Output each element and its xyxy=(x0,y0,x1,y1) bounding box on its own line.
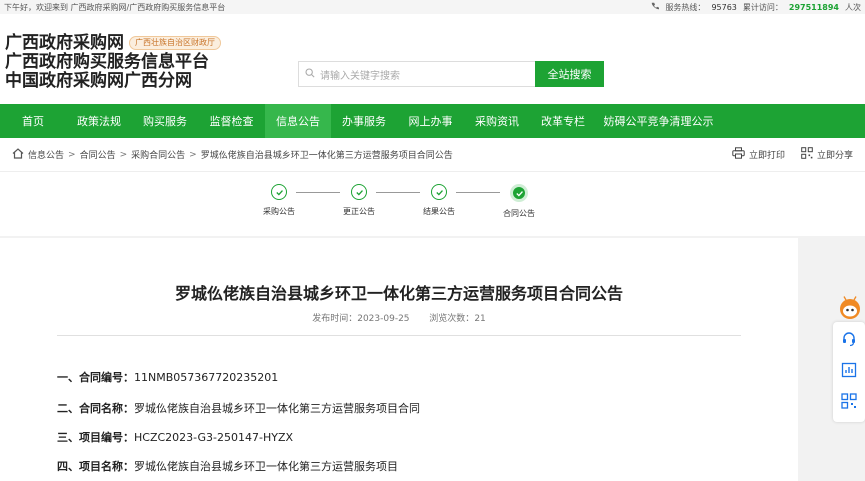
breadcrumb-path: 信息公告 > 合同公告 > 采购合同公告 > 罗城仫佬族自治县城乡环卫一体化第三… xyxy=(12,147,453,162)
logo-line-3: 中国政府采购网广西分网 xyxy=(5,71,192,91)
divider xyxy=(57,335,741,336)
step-label: 结果公告 xyxy=(423,207,455,216)
step-result-notice[interactable]: 结果公告 xyxy=(409,184,469,217)
visit-count: 297511894 xyxy=(788,2,839,12)
article-meta: 发布时间：2023-09-25 浏览次数：21 xyxy=(0,311,798,324)
project-number-row: 三、项目编号：HCZC2023-G3-250147-HYZX xyxy=(57,429,293,445)
site-header: 广西政府采购网 广西壮族自治区财政厅 广西政府购买服务信息平台 中国政府采购网广西… xyxy=(0,14,865,104)
nav-services[interactable]: 办事服务 xyxy=(331,104,397,138)
printer-icon xyxy=(732,147,745,162)
field-label: 一、合同编号： xyxy=(57,371,134,384)
breadcrumb-separator: > xyxy=(189,149,197,160)
greeting-text: 下午好，欢迎来到 广西政府采购网/广西政府购买服务信息平台 xyxy=(4,2,226,12)
breadcrumb-item[interactable]: 合同公告 xyxy=(80,148,116,161)
nav-purchase-service[interactable]: 购买服务 xyxy=(132,104,198,138)
chart-icon[interactable] xyxy=(841,362,857,382)
nav-supervision[interactable]: 监督检查 xyxy=(198,104,265,138)
mascot-icon[interactable] xyxy=(838,296,862,320)
qrcode-icon xyxy=(801,147,813,162)
step-label: 更正公告 xyxy=(343,207,375,216)
breadcrumb: 信息公告 > 合同公告 > 采购合同公告 > 罗城仫佬族自治县城乡环卫一体化第三… xyxy=(0,138,865,172)
field-value: HCZC2023-G3-250147-HYZX xyxy=(134,431,294,444)
step-label: 采购公告 xyxy=(263,207,295,216)
visit-unit: 人次 xyxy=(845,2,861,12)
step-label: 合同公告 xyxy=(503,209,535,218)
home-icon xyxy=(12,147,24,162)
print-label: 立即打印 xyxy=(748,151,785,161)
views-count: 21 xyxy=(474,314,486,324)
visit-label: 累计访问： xyxy=(742,2,783,12)
share-button[interactable]: 立即分享 xyxy=(801,147,853,162)
step-contract-notice[interactable]: 合同公告 xyxy=(489,184,549,219)
search-icon xyxy=(305,67,315,81)
nav-fair-competition[interactable]: 妨碍公平竞争清理公示 xyxy=(596,104,721,138)
field-value: 罗城仫佬族自治县城乡环卫一体化第三方运营服务项目合同 xyxy=(134,402,420,415)
breadcrumb-separator: > xyxy=(68,149,76,160)
article-content: 罗城仫佬族自治县城乡环卫一体化第三方运营服务项目合同公告 发布时间：2023-0… xyxy=(0,238,798,481)
contract-name-row: 二、合同名称：罗城仫佬族自治县城乡环卫一体化第三方运营服务项目合同 xyxy=(57,400,420,416)
step-purchase-notice[interactable]: 采购公告 xyxy=(249,184,309,217)
logo-title-1: 广西政府采购网 xyxy=(5,33,124,53)
nav-home[interactable]: 首页 xyxy=(0,104,66,138)
search-input[interactable]: 请输入关键字搜索 xyxy=(298,61,535,87)
page-title: 罗城仫佬族自治县城乡环卫一体化第三方运营服务项目合同公告 xyxy=(174,284,623,303)
check-icon xyxy=(351,184,367,200)
logo-line-2: 广西政府购买服务信息平台 xyxy=(5,52,209,72)
step-correction-notice[interactable]: 更正公告 xyxy=(329,184,389,217)
search-placeholder: 请输入关键字搜索 xyxy=(320,70,400,82)
top-bar-stats: 服务热线： 95763 累计访问： 297511894 人次 xyxy=(651,2,861,13)
hotline-label: 服务热线： xyxy=(665,2,706,12)
page-actions: 立即打印 立即分享 xyxy=(732,147,853,162)
publish-label: 发布时间： xyxy=(312,314,358,324)
hotline-number: 95763 xyxy=(711,2,737,12)
search-bar: 请输入关键字搜索 全站搜索 xyxy=(298,61,604,87)
check-icon xyxy=(510,184,528,202)
contract-number-row: 一、合同编号：11NMB057367720235201 xyxy=(57,369,278,385)
print-button[interactable]: 立即打印 xyxy=(732,147,785,162)
qrcode-icon[interactable] xyxy=(841,392,857,413)
field-label: 四、项目名称： xyxy=(57,460,134,473)
breadcrumb-item[interactable]: 采购合同公告 xyxy=(131,148,185,161)
customer-service-icon[interactable] xyxy=(841,331,857,351)
floating-toolbar xyxy=(833,322,865,422)
nav-policy[interactable]: 政策法规 xyxy=(66,104,132,138)
check-icon xyxy=(431,184,447,200)
breadcrumb-current: 罗城仫佬族自治县城乡环卫一体化第三方运营服务项目合同公告 xyxy=(200,151,453,161)
views-label: 浏览次数： xyxy=(429,314,475,324)
nav-announcements[interactable]: 信息公告 xyxy=(265,104,331,138)
site-logo[interactable]: 广西政府采购网 广西壮族自治区财政厅 广西政府购买服务信息平台 中国政府采购网广西… xyxy=(5,34,221,91)
search-button[interactable]: 全站搜索 xyxy=(535,61,604,87)
field-value: 11NMB057367720235201 xyxy=(134,371,279,384)
check-icon xyxy=(271,184,287,200)
nav-online-affairs[interactable]: 网上办事 xyxy=(397,104,464,138)
field-label: 三、项目编号： xyxy=(57,431,134,444)
share-label: 立即分享 xyxy=(816,151,853,161)
logo-badge: 广西壮族自治区财政厅 xyxy=(129,36,221,50)
breadcrumb-separator: > xyxy=(119,149,128,160)
main-nav: 首页 政策法规 购买服务 监督检查 信息公告 办事服务 网上办事 采购资讯 改革… xyxy=(0,104,865,138)
logo-line-1: 广西政府采购网 广西壮族自治区财政厅 xyxy=(5,34,221,53)
publish-date: 2023-09-25 xyxy=(357,314,410,324)
nav-news[interactable]: 采购资讯 xyxy=(464,104,530,138)
breadcrumb-item[interactable]: 信息公告 xyxy=(28,148,64,161)
notice-progress-steps: 采购公告 更正公告 结果公告 合同公告 xyxy=(0,172,865,236)
project-name-row: 四、项目名称：罗城仫佬族自治县城乡环卫一体化第三方运营服务项目 xyxy=(57,458,398,474)
phone-icon xyxy=(651,2,660,12)
nav-reform[interactable]: 改革专栏 xyxy=(530,104,596,138)
top-bar: 下午好，欢迎来到 广西政府采购网/广西政府购买服务信息平台 服务热线： 9576… xyxy=(0,0,865,14)
field-value: 罗城仫佬族自治县城乡环卫一体化第三方运营服务项目 xyxy=(134,460,398,473)
field-label: 二、合同名称： xyxy=(57,402,134,415)
